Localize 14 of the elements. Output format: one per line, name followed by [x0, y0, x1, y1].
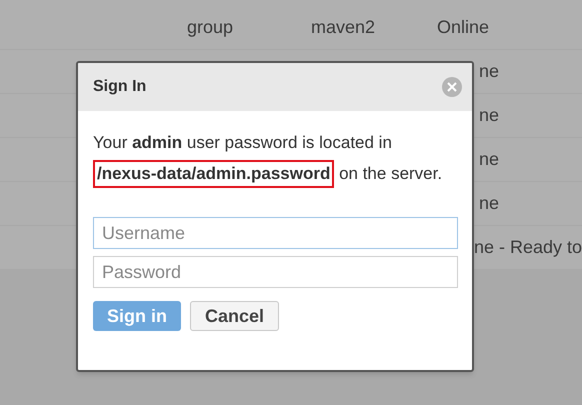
table-cell: ne - Ready to: [474, 237, 582, 257]
close-icon[interactable]: [442, 77, 462, 97]
table-cell: maven2: [311, 17, 376, 37]
dialog-message: Your admin user password is located in /nexus-data/admin.password on the server.: [93, 127, 459, 189]
input-field[interactable]: Username: [93, 217, 458, 249]
cancel-button[interactable]: Cancel: [190, 301, 280, 331]
table-cell: ne: [479, 149, 500, 169]
table-cell: group: [187, 17, 234, 37]
table-cell: ne: [479, 61, 500, 81]
table-cell: ne: [479, 105, 500, 125]
table-cell: Online: [437, 17, 490, 37]
input-field[interactable]: Password: [93, 256, 458, 288]
table-cell: ne: [479, 193, 500, 213]
dialog-title: Sign In: [93, 77, 146, 97]
